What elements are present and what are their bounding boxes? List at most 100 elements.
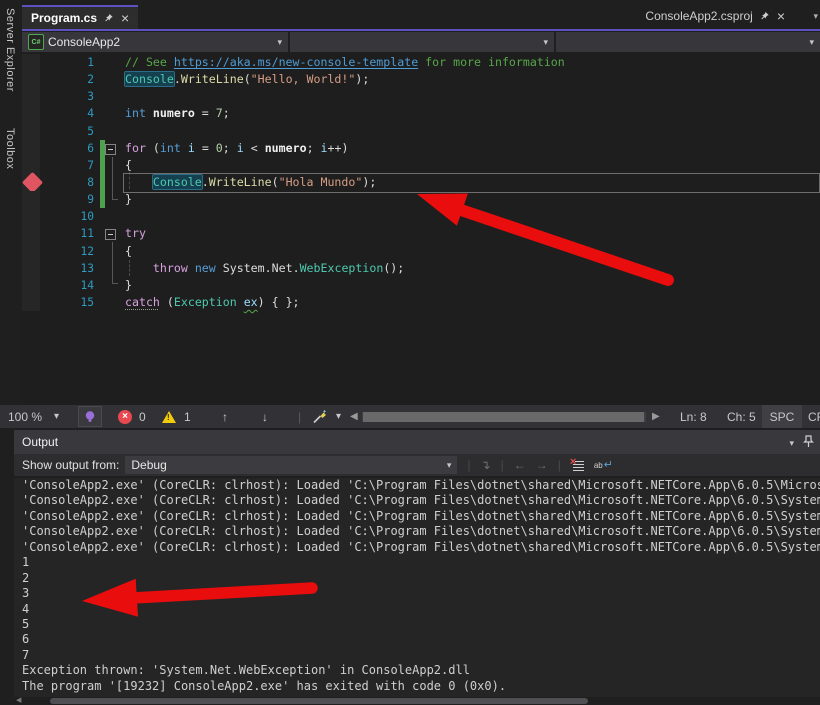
outline-gutter[interactable] <box>103 294 117 311</box>
outline-gutter[interactable] <box>103 277 117 294</box>
breakpoint-margin[interactable] <box>22 105 40 122</box>
breakpoint-margin[interactable] <box>22 140 40 157</box>
breakpoint-margin[interactable] <box>22 191 40 208</box>
code-text[interactable]: int numero = 7; <box>123 105 820 122</box>
breakpoint-margin[interactable] <box>22 174 40 191</box>
previous-message-button[interactable]: ← <box>514 458 526 472</box>
editor-navigation-bar: C# ConsoleApp2 ▾ ▾ ▾ <box>22 31 820 53</box>
pin-icon[interactable] <box>760 11 770 21</box>
code-text[interactable]: { <box>123 243 820 260</box>
code-text[interactable]: { <box>123 157 820 174</box>
outline-gutter[interactable] <box>103 225 117 242</box>
code-cleanup-chevron-icon[interactable]: ▾ <box>336 405 341 428</box>
code-line: 3 <box>22 88 820 105</box>
code-token: ); <box>362 175 376 189</box>
breakpoint-margin[interactable] <box>22 71 40 88</box>
breakpoint-margin[interactable] <box>22 54 40 71</box>
outline-gutter[interactable] <box>103 140 117 157</box>
space-mode-indicator[interactable]: SPC <box>762 405 802 428</box>
outline-gutter[interactable] <box>103 208 117 225</box>
next-message-button[interactable]: → <box>536 458 548 472</box>
breakpoint-margin[interactable] <box>22 88 40 105</box>
previous-issue-button[interactable]: ↑ <box>222 405 228 428</box>
change-gutter <box>94 123 103 140</box>
editor-hscrollbar-track[interactable] <box>362 412 646 422</box>
outline-gutter[interactable] <box>103 88 117 105</box>
code-text[interactable] <box>123 123 820 140</box>
next-issue-button[interactable]: ↓ <box>262 405 268 428</box>
project-dropdown[interactable]: C# ConsoleApp2 ▾ <box>22 32 288 52</box>
breakpoint-margin[interactable] <box>22 225 40 242</box>
output-hscrollbar[interactable]: ◀ <box>14 697 820 705</box>
tab-program-cs[interactable]: Program.cs × <box>22 5 138 29</box>
outline-gutter[interactable] <box>103 54 117 71</box>
outline-gutter[interactable] <box>103 260 117 277</box>
code-text[interactable]: try <box>123 225 820 242</box>
outline-gutter[interactable] <box>103 123 117 140</box>
breakpoint-margin[interactable] <box>22 277 40 294</box>
outline-gutter[interactable] <box>103 71 117 88</box>
output-hscrollbar-thumb[interactable] <box>50 698 588 704</box>
zoom-level-dropdown[interactable]: 100 % <box>8 405 42 428</box>
breakpoint-margin[interactable] <box>22 260 40 277</box>
code-text[interactable]: for (int i = 0; i < numero; i++) <box>123 140 820 157</box>
warning-count-button[interactable]: 1 <box>162 405 191 428</box>
outline-gutter[interactable] <box>103 157 117 174</box>
hscroll-right-arrow[interactable]: ▶ <box>652 405 660 428</box>
warning-count: 1 <box>184 410 191 424</box>
document-health-button[interactable] <box>78 405 102 428</box>
clear-output-button[interactable]: × <box>571 459 584 471</box>
hscroll-left-arrow[interactable]: ◀ <box>16 697 21 705</box>
code-text[interactable]: // See https://aka.ms/new-console-templa… <box>123 54 820 71</box>
code-text[interactable]: Console.WriteLine("Hola Mundo"); <box>123 174 820 191</box>
breakpoint-margin[interactable] <box>22 294 40 311</box>
code-text[interactable]: throw new System.Net.WebException(); <box>123 260 820 277</box>
output-source-dropdown[interactable]: Debug ▾ <box>125 456 457 474</box>
outline-gutter[interactable] <box>103 105 117 122</box>
outline-gutter[interactable] <box>103 191 117 208</box>
zoom-chevron-icon[interactable]: ▾ <box>54 405 59 428</box>
collapse-icon[interactable] <box>105 144 116 155</box>
breakpoint-margin[interactable] <box>22 123 40 140</box>
code-editor[interactable]: 1// See https://aka.ms/new-console-templ… <box>22 53 820 405</box>
collapse-icon[interactable] <box>105 229 116 240</box>
breakpoint-margin[interactable] <box>22 208 40 225</box>
code-text[interactable] <box>123 88 820 105</box>
hscroll-left-arrow[interactable]: ◀ <box>350 405 358 428</box>
error-count-button[interactable]: × 0 <box>118 405 146 428</box>
code-text[interactable]: } <box>123 277 820 294</box>
member-dropdown[interactable]: ▾ <box>556 32 820 52</box>
code-text[interactable]: catch (Exception ex) { }; <box>123 294 820 311</box>
output-title-bar[interactable]: Output ▾ <box>14 430 820 454</box>
close-icon[interactable]: × <box>777 10 785 22</box>
outline-gutter[interactable] <box>103 243 117 260</box>
breakpoint-margin[interactable] <box>22 243 40 260</box>
pin-icon[interactable] <box>803 435 814 448</box>
code-token: i <box>188 141 195 155</box>
pin-icon[interactable] <box>104 13 114 23</box>
outline-gutter[interactable] <box>103 174 117 191</box>
code-text[interactable] <box>123 208 820 225</box>
tab-consoleapp2-csproj[interactable]: ConsoleApp2.csproj × <box>636 5 794 27</box>
close-icon[interactable]: × <box>121 12 129 24</box>
output-line: The program '[19232] ConsoleApp2.exe' ha… <box>14 679 820 694</box>
word-wrap-button[interactable]: ab↵ <box>594 461 613 470</box>
tab-list-chevron-icon[interactable]: ▾ <box>813 11 818 22</box>
sidebar-item-toolbox[interactable]: Toolbox <box>4 128 16 169</box>
goto-message-button[interactable]: ↴ <box>481 458 491 472</box>
breakpoint-margin[interactable] <box>22 157 40 174</box>
code-line: 9} <box>22 191 820 208</box>
show-output-from-label: Show output from: <box>22 458 119 472</box>
code-text[interactable]: } <box>123 191 820 208</box>
window-position-chevron-icon[interactable]: ▾ <box>789 438 794 449</box>
output-toolbar: Show output from: Debug ▾ | ↴ | ← → | × <box>14 454 820 476</box>
code-cleanup-button[interactable] <box>312 405 328 428</box>
type-dropdown[interactable]: ▾ <box>290 32 554 52</box>
sidebar-item-server-explorer[interactable]: Server Explorer <box>4 8 16 92</box>
arrow-down-icon: ↓ <box>262 410 268 424</box>
editor-hscrollbar-thumb[interactable] <box>363 412 644 422</box>
breakpoint-icon[interactable] <box>22 172 43 193</box>
output-log[interactable]: 'ConsoleApp2.exe' (CoreCLR: clrhost): Lo… <box>14 478 820 697</box>
code-text[interactable]: Console.WriteLine("Hello, World!"); <box>123 71 820 88</box>
line-ending-indicator[interactable]: CR <box>808 405 820 428</box>
